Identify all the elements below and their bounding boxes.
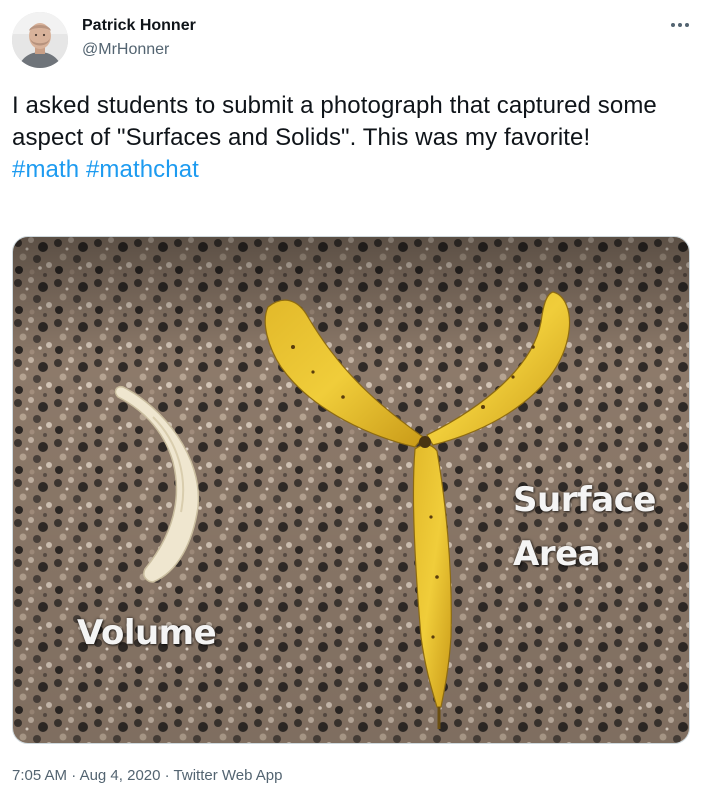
hashtag-mathchat[interactable]: #mathchat [86, 156, 199, 183]
avatar[interactable] [12, 12, 68, 68]
tweet-time[interactable]: 7:05 AM [12, 767, 67, 784]
tweet-text: I asked students to submit a photograph … [12, 90, 692, 186]
more-horizontal-icon [671, 23, 689, 27]
tweet-date[interactable]: Aug 4, 2020 [80, 767, 161, 784]
tweet-photo[interactable]: Volume Surface Area [12, 236, 690, 744]
tweet-body: I asked students to submit a photograph … [12, 92, 657, 151]
photo-label-surface: Surface [513, 480, 656, 520]
tweet-source[interactable]: Twitter Web App [174, 767, 283, 784]
photo-label-volume: Volume [77, 613, 217, 653]
meta-separator: · [160, 767, 174, 784]
hashtag-math[interactable]: #math [12, 156, 79, 183]
tweet: Patrick Honner @MrHonner I asked student… [0, 0, 708, 798]
author-name[interactable]: Patrick Honner [82, 16, 196, 36]
photo-label-surface-area: Surface Area [513, 473, 656, 581]
author-handle[interactable]: @MrHonner [82, 40, 196, 60]
avatar-image [12, 12, 68, 68]
tweet-meta: 7:05 AM · Aug 4, 2020 · Twitter Web App [12, 766, 282, 786]
author-block[interactable]: Patrick Honner @MrHonner [82, 16, 196, 60]
more-options-button[interactable] [663, 12, 697, 38]
meta-separator: · [67, 767, 80, 784]
photo-label-area: Area [513, 534, 601, 574]
hashtag-row: #math #mathchat [12, 154, 692, 186]
